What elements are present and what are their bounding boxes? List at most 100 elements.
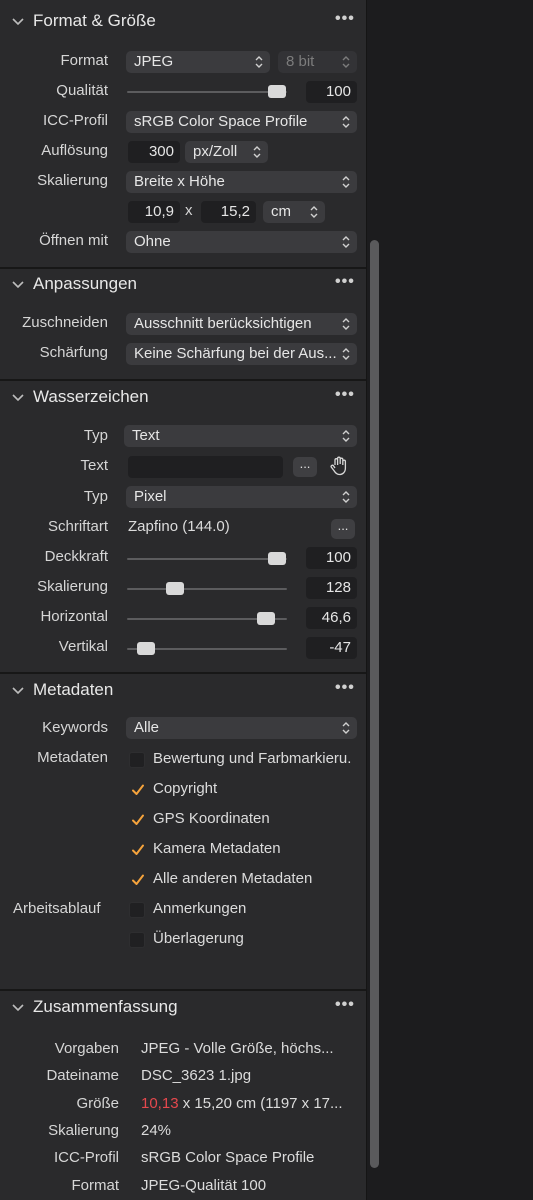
summary-size-rest: x 15,20 cm (1197 x 17...: [178, 1095, 343, 1112]
resolution-label: Auflösung: [41, 142, 108, 159]
watermark-text-more-button[interactable]: ...: [293, 457, 317, 477]
keywords-select[interactable]: Alle: [126, 717, 357, 739]
updown-arrow-icon: [342, 236, 350, 248]
resolution-field[interactable]: 300: [128, 141, 180, 163]
export-panel: Format & Größe ••• Format JPEG 8 bit Qua…: [0, 0, 367, 1200]
metadata-checkbox-label: Anmerkungen: [153, 900, 247, 917]
slider-thumb[interactable]: [268, 552, 286, 565]
summary-format-label: Format: [71, 1177, 119, 1194]
scrollbar-thumb[interactable]: [370, 240, 379, 1168]
watermark-unit-label: Typ: [83, 488, 108, 505]
times-sign: x: [185, 202, 193, 219]
quality-label: Qualität: [56, 82, 108, 99]
vertical-slider[interactable]: [127, 638, 287, 660]
metadata-section-header[interactable]: Metadaten •••: [0, 679, 366, 707]
updown-arrow-icon: [342, 491, 350, 503]
resolution-unit-select[interactable]: px/Zoll: [185, 141, 268, 163]
checkmark-icon: [132, 874, 144, 885]
metadata-checkbox[interactable]: [129, 932, 145, 948]
open-with-value: Ohne: [134, 233, 171, 250]
metadata-checkbox-label: Bewertung und Farbmarkieru.: [153, 750, 352, 767]
slider-thumb[interactable]: [257, 612, 275, 625]
open-with-select[interactable]: Ohne: [126, 231, 357, 253]
chevron-down-icon[interactable]: [10, 682, 26, 698]
summary-size-label: Größe: [76, 1095, 119, 1112]
watermark-text-field[interactable]: [128, 456, 283, 478]
opacity-field[interactable]: 100: [306, 547, 357, 569]
workflow-label: Arbeitsablauf: [13, 900, 101, 917]
section-title: Zusammenfassung: [33, 997, 178, 1016]
more-options-icon[interactable]: •••: [335, 679, 355, 697]
updown-arrow-icon: [342, 430, 350, 442]
metadata-checkbox-label: GPS Koordinaten: [153, 810, 270, 827]
adjustments-section-header[interactable]: Anpassungen •••: [0, 273, 366, 301]
watermark-section-header[interactable]: Wasserzeichen •••: [0, 386, 366, 414]
metadata-checkbox-label: Alle anderen Metadaten: [153, 870, 313, 887]
metadata-checkbox[interactable]: [129, 902, 145, 918]
open-with-label: Öffnen mit: [39, 232, 108, 249]
sharpen-select[interactable]: Keine Schärfung bei der Aus...: [126, 343, 357, 365]
crop-label: Zuschneiden: [22, 314, 108, 331]
font-picker-button[interactable]: ...: [331, 519, 355, 539]
summary-size-warning-value: 10,13: [141, 1095, 179, 1112]
summary-scaling-label: Skalierung: [48, 1122, 119, 1139]
section-title: Anpassungen: [33, 274, 137, 293]
chevron-down-icon[interactable]: [10, 276, 26, 292]
watermark-unit-value: Pixel: [134, 488, 167, 505]
format-section-header[interactable]: Format & Größe •••: [0, 10, 366, 38]
icc-profile-select[interactable]: sRGB Color Space Profile: [126, 111, 357, 133]
horizontal-slider[interactable]: [127, 608, 287, 630]
updown-arrow-icon: [342, 348, 350, 360]
scaling-select[interactable]: Breite x Höhe: [126, 171, 357, 193]
updown-arrow-icon: [342, 116, 350, 128]
summary-scaling-value: 24%: [141, 1122, 172, 1139]
watermark-unit-select[interactable]: Pixel: [126, 486, 357, 508]
metadata-checkbox-label: Copyright: [153, 780, 218, 797]
metadata-checkbox[interactable]: [129, 842, 145, 858]
checkmark-icon: [132, 784, 144, 795]
width-field[interactable]: 10,9: [128, 201, 180, 223]
section-title: Metadaten: [33, 680, 114, 699]
size-unit-select[interactable]: cm: [263, 201, 325, 223]
vertical-field[interactable]: -47: [306, 637, 357, 659]
metadata-checkbox[interactable]: [129, 782, 145, 798]
summary-section-header[interactable]: Zusammenfassung •••: [0, 996, 366, 1024]
chevron-down-icon[interactable]: [10, 389, 26, 405]
bitdepth-select[interactable]: 8 bit: [278, 51, 357, 73]
watermark-scale-field[interactable]: 128: [306, 577, 357, 599]
more-options-icon[interactable]: •••: [335, 10, 355, 28]
opacity-label: Deckkraft: [44, 548, 108, 565]
horizontal-label: Horizontal: [40, 608, 108, 625]
summary-filename-label: Dateiname: [46, 1067, 119, 1084]
chevron-down-icon[interactable]: [10, 13, 26, 29]
format-select[interactable]: JPEG: [126, 51, 270, 73]
slider-track: [127, 558, 287, 560]
quality-slider[interactable]: [127, 81, 287, 103]
metadata-checkbox[interactable]: [129, 812, 145, 828]
quality-field[interactable]: 100: [306, 81, 357, 103]
more-options-icon[interactable]: •••: [335, 273, 355, 291]
metadata-checkbox-label: Überlagerung: [153, 930, 244, 947]
icc-profile-label: ICC-Profil: [42, 112, 108, 129]
slider-track: [127, 91, 287, 93]
format-label: Format: [60, 52, 108, 69]
chevron-down-icon[interactable]: [10, 999, 26, 1015]
slider-thumb[interactable]: [166, 582, 184, 595]
watermark-type-select[interactable]: Text: [124, 425, 357, 447]
keywords-value: Alle: [134, 719, 160, 736]
summary-preset-value: JPEG - Volle Größe, höchs...: [141, 1040, 334, 1057]
slider-thumb[interactable]: [137, 642, 155, 655]
updown-arrow-icon: [310, 206, 318, 218]
metadata-checkbox[interactable]: [129, 872, 145, 888]
hand-pointer-icon[interactable]: [328, 455, 350, 477]
slider-thumb[interactable]: [268, 85, 286, 98]
crop-select[interactable]: Ausschnitt berücksichtigen: [126, 313, 357, 335]
scaling-label: Skalierung: [37, 172, 108, 189]
metadata-checkbox[interactable]: [129, 752, 145, 768]
height-field[interactable]: 15,2: [201, 201, 256, 223]
watermark-scale-slider[interactable]: [127, 578, 287, 600]
more-options-icon[interactable]: •••: [335, 386, 355, 404]
opacity-slider[interactable]: [127, 548, 287, 570]
more-options-icon[interactable]: •••: [335, 996, 355, 1014]
horizontal-field[interactable]: 46,6: [306, 607, 357, 629]
